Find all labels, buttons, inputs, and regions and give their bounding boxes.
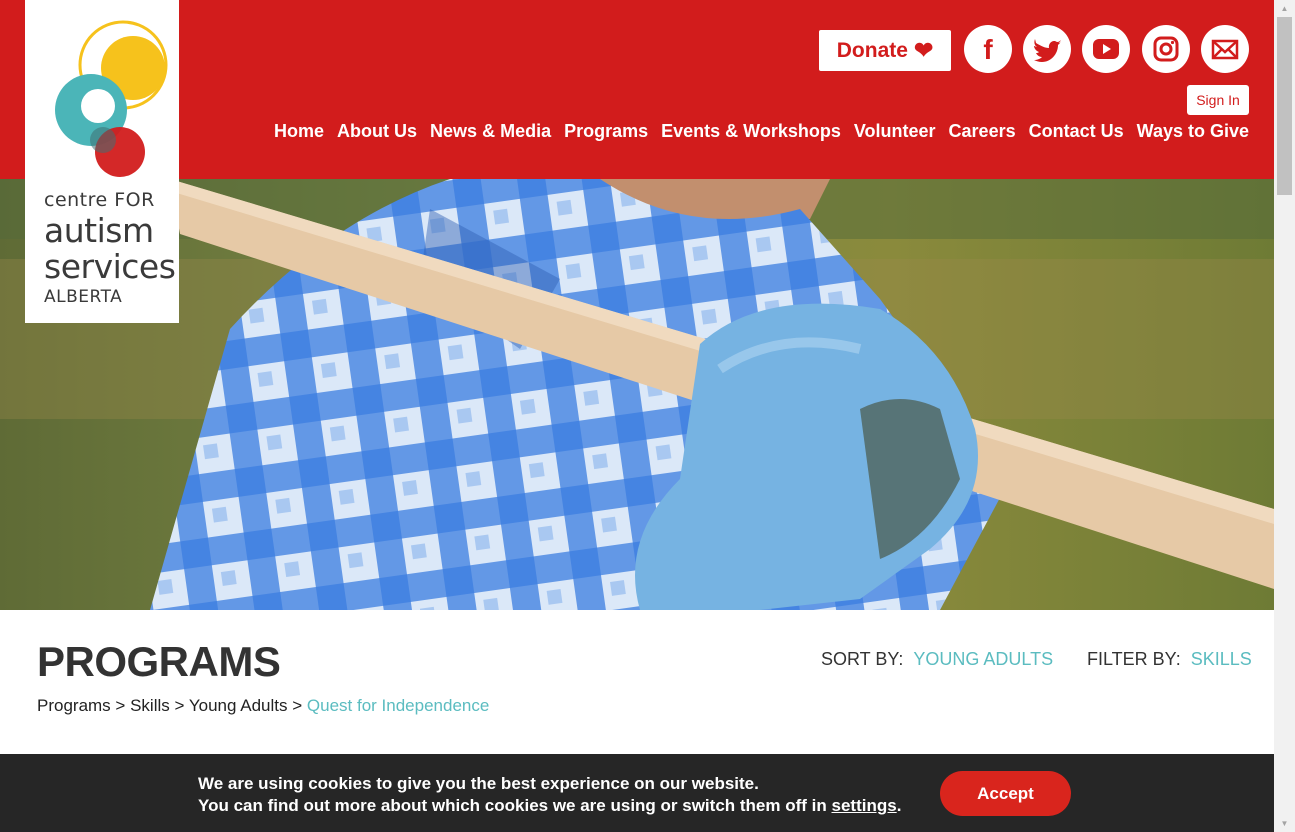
filter-by-label: FILTER BY:	[1087, 649, 1181, 669]
filter-by: FILTER BY: SKILLS	[1087, 649, 1252, 670]
cookie-message-line2-text: You can find out more about which cookie…	[198, 796, 827, 815]
youtube-button[interactable]	[1082, 25, 1130, 73]
nav-volunteer[interactable]: Volunteer	[854, 121, 936, 142]
breadcrumb-separator: >	[115, 696, 126, 715]
scroll-up-arrow-icon[interactable]: ▲	[1274, 0, 1295, 17]
sign-in-button[interactable]: Sign In	[1187, 85, 1249, 115]
breadcrumb-programs[interactable]: Programs	[37, 696, 111, 715]
youtube-icon	[1093, 39, 1119, 59]
breadcrumb: Programs > Skills > Young Adults > Quest…	[37, 696, 489, 716]
nav-home[interactable]: Home	[274, 121, 324, 142]
heart-icon: ❤	[913, 37, 934, 63]
logo-circles-icon	[55, 20, 168, 177]
page: Donate ❤ f Sign In Home About Us News & …	[0, 0, 1274, 832]
cookie-message-line2: You can find out more about which cookie…	[198, 795, 901, 817]
cookie-message: We are using cookies to give you the bes…	[198, 773, 901, 817]
logo-text-line1: centre FOR	[44, 189, 155, 211]
instagram-button[interactable]	[1142, 25, 1190, 73]
breadcrumb-skills[interactable]: Skills	[130, 696, 170, 715]
facebook-icon: f	[983, 34, 993, 65]
twitter-icon	[1034, 39, 1061, 62]
facebook-button[interactable]: f	[964, 25, 1012, 73]
nav-programs[interactable]: Programs	[564, 121, 648, 142]
page-title: PROGRAMS	[37, 638, 281, 685]
nav-events-workshops[interactable]: Events & Workshops	[661, 121, 841, 142]
nav-careers[interactable]: Careers	[949, 121, 1016, 142]
cookie-settings-link[interactable]: settings	[832, 796, 897, 815]
scroll-down-arrow-icon[interactable]: ▼	[1274, 815, 1295, 832]
sort-by: SORT BY: YOUNG ADULTS	[821, 649, 1053, 670]
nav-news-media[interactable]: News & Media	[430, 121, 551, 142]
svg-text:f: f	[983, 34, 993, 65]
scrollbar[interactable]: ▲ ▼	[1274, 0, 1295, 832]
nav-about-us[interactable]: About Us	[337, 121, 417, 142]
breadcrumb-young-adults[interactable]: Young Adults	[189, 696, 288, 715]
email-icon	[1211, 39, 1239, 60]
logo-text-line3: services	[44, 247, 176, 286]
accept-cookies-button[interactable]: Accept	[940, 771, 1071, 816]
donate-button[interactable]: Donate ❤	[819, 30, 951, 71]
sort-by-label: SORT BY:	[821, 649, 904, 669]
cookie-banner: We are using cookies to give you the bes…	[0, 754, 1274, 832]
instagram-icon	[1153, 36, 1179, 62]
cookie-message-end: .	[896, 796, 902, 815]
filter-by-value[interactable]: SKILLS	[1191, 649, 1252, 669]
twitter-button[interactable]	[1023, 25, 1071, 73]
hero-image	[0, 179, 1274, 610]
nav-contact-us[interactable]: Contact Us	[1029, 121, 1124, 142]
sort-by-value[interactable]: YOUNG ADULTS	[913, 649, 1053, 669]
breadcrumb-separator: >	[292, 696, 303, 715]
breadcrumb-separator: >	[174, 696, 185, 715]
nav-ways-to-give[interactable]: Ways to Give	[1137, 121, 1249, 142]
breadcrumb-current: Quest for Independence	[306, 696, 490, 715]
scrollbar-thumb[interactable]	[1277, 17, 1292, 195]
cookie-message-line1: We are using cookies to give you the bes…	[198, 774, 759, 793]
site-header: Donate ❤ f Sign In Home About Us News & …	[0, 0, 1274, 179]
site-logo[interactable]: centre FOR autism services ALBERTA	[25, 0, 179, 323]
logo-text-line4: ALBERTA	[44, 287, 123, 307]
email-button[interactable]	[1201, 25, 1249, 73]
logo-text-line2: autism	[44, 211, 154, 250]
main-nav: Home About Us News & Media Programs Even…	[274, 121, 1249, 142]
donate-label: Donate	[836, 38, 908, 62]
